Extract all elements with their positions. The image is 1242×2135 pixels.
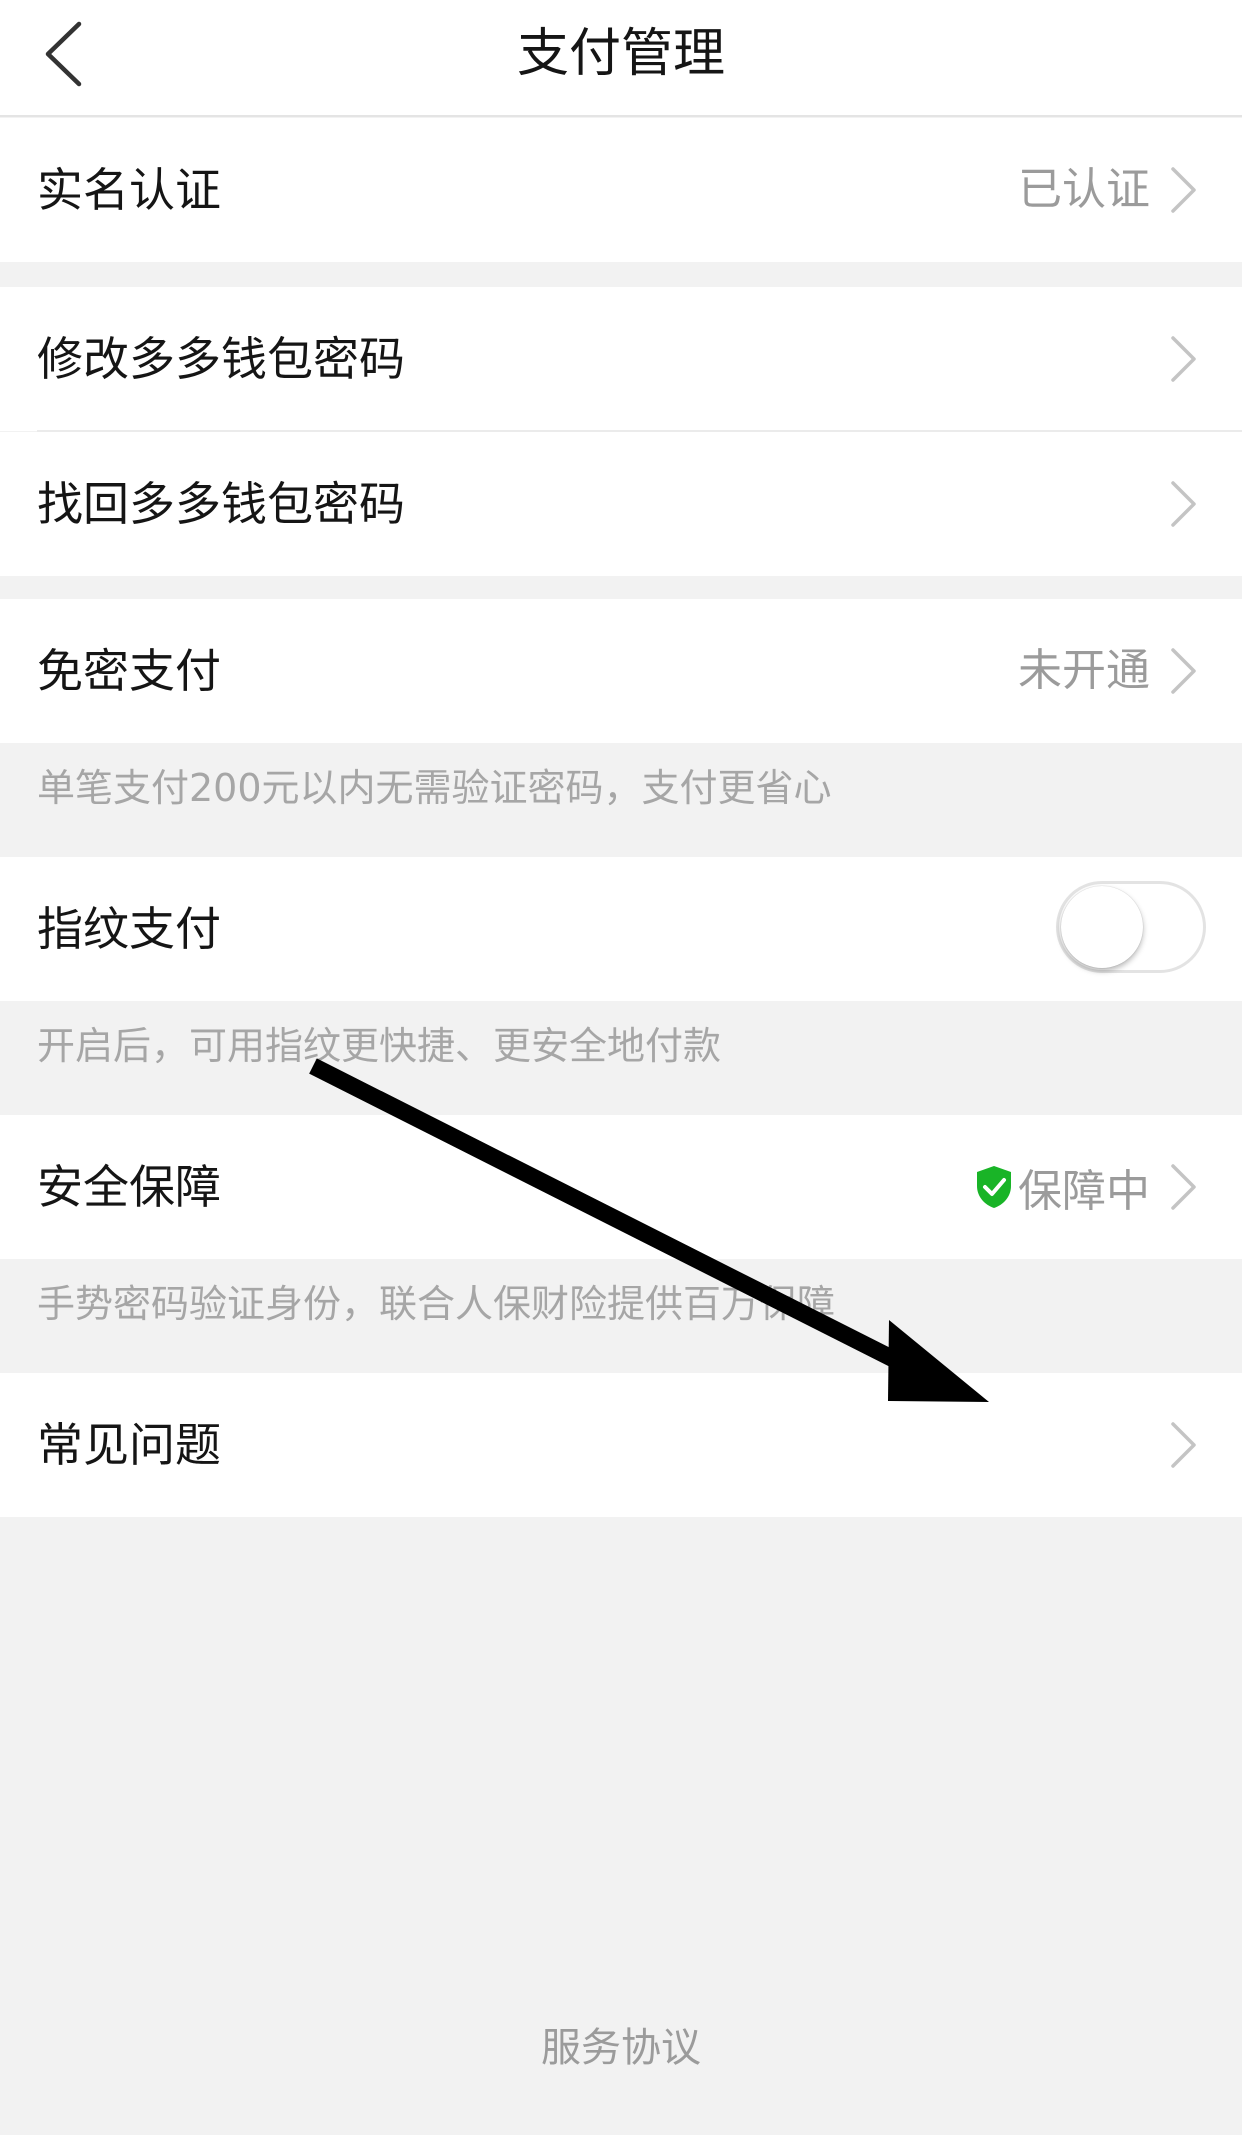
recover-password-label: 找回多多钱包密码 <box>37 477 405 531</box>
change-password-label: 修改多多钱包密码 <box>37 332 405 386</box>
chevron-right-icon <box>1171 648 1196 694</box>
fingerprint-payment-row: 指纹支付 <box>0 857 1242 1001</box>
fingerprint-label: 指纹支付 <box>37 902 221 956</box>
security-label: 安全保障 <box>37 1160 221 1214</box>
fingerprint-note: 开启后，可用指纹更快捷、更安全地付款 <box>37 1024 722 1068</box>
chevron-right-icon <box>1171 336 1196 382</box>
shield-check-icon <box>977 1166 1011 1208</box>
security-status: 保障中 <box>974 1115 1150 1259</box>
change-wallet-password-row[interactable]: 修改多多钱包密码 <box>0 287 1242 431</box>
password-free-note: 单笔支付200元以内无需验证密码，支付更省心 <box>37 766 832 810</box>
real-name-status: 已认证 <box>1018 164 1150 215</box>
fingerprint-toggle[interactable] <box>1056 881 1206 973</box>
password-free-payment-row[interactable]: 免密支付 未开通 <box>0 599 1242 743</box>
chevron-right-icon <box>1171 167 1196 213</box>
faq-label: 常见问题 <box>37 1418 221 1472</box>
chevron-right-icon <box>1171 1422 1196 1468</box>
security-status-text: 保障中 <box>1018 1166 1150 1217</box>
password-free-label: 免密支付 <box>37 644 221 698</box>
back-button[interactable] <box>28 14 98 94</box>
password-free-status: 未开通 <box>1018 645 1150 696</box>
recover-wallet-password-row[interactable]: 找回多多钱包密码 <box>0 432 1242 576</box>
chevron-right-icon <box>1171 481 1196 527</box>
security-note: 手势密码验证身份，联合人保财险提供百万保障 <box>37 1282 836 1326</box>
service-agreement-link[interactable]: 服务协议 <box>0 2015 1242 2073</box>
real-name-label: 实名认证 <box>37 163 221 217</box>
security-guarantee-row[interactable]: 安全保障 保障中 <box>0 1115 1242 1259</box>
chevron-right-icon <box>1171 1164 1196 1210</box>
navigation-bar: 支付管理 <box>0 0 1242 117</box>
chevron-left-icon <box>45 21 82 87</box>
real-name-verification-row[interactable]: 实名认证 已认证 <box>0 118 1242 262</box>
toggle-knob <box>1061 886 1143 968</box>
page-title: 支付管理 <box>516 24 725 84</box>
faq-row[interactable]: 常见问题 <box>0 1373 1242 1517</box>
